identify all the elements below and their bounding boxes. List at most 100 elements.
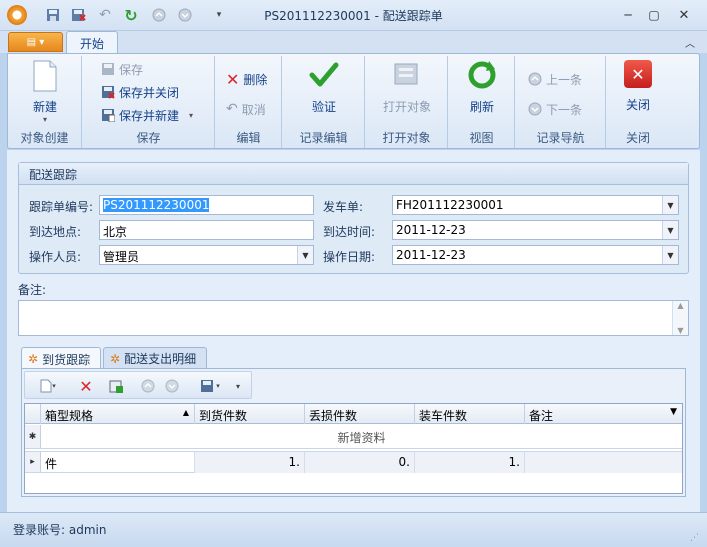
dispatch-field[interactable]: FH201112230001 ▼ [392, 195, 679, 215]
save-new-disk-icon [102, 109, 115, 122]
open-object-label: 打开对象 [382, 100, 431, 114]
operator-field[interactable]: 管理员 ▼ [99, 245, 314, 265]
grid-save-icon [201, 380, 214, 392]
group-record-edit: 验证 记录编辑 [283, 56, 365, 148]
scroll-up-icon[interactable]: ▲ [677, 301, 683, 310]
close-button[interactable]: ✕ 关闭 [615, 60, 661, 113]
group-view: 刷新 视图 [449, 56, 515, 148]
checkmark-icon [309, 62, 339, 87]
detail-tab-panel: ▾ ✕ ▾ ▾ 箱型规格 ▲ 到货件数 丢损件数 装车件数 备注 ▼ ✱ 新增资… [21, 368, 686, 497]
open-object-button[interactable]: 打开对象 [374, 60, 440, 115]
next-arrow-icon [528, 102, 542, 116]
ribbon: 新建 ▾ 对象创建 保存 保存并关闭 保存并新建 ▾ 保存 ✕ 删除 ↶ 取消 [7, 53, 700, 149]
group-label-view: 视图 [469, 131, 494, 145]
col-header-spec[interactable]: 箱型规格 ▲ [41, 404, 195, 424]
refresh-arrow-icon [468, 61, 496, 89]
cell-note[interactable] [525, 452, 682, 473]
col-header-loaded[interactable]: 装车件数 [415, 404, 525, 424]
group-label-nav: 记录导航 [536, 131, 585, 145]
notes-textarea[interactable]: ▲ ▼ [18, 300, 689, 336]
tab-arrival-tracking[interactable]: ✲ 到货跟踪 [21, 347, 101, 370]
new-row-hint: 新增资料 [337, 431, 386, 445]
cell-spec[interactable]: 件 [41, 452, 195, 473]
scroll-down-icon[interactable]: ▼ [677, 326, 683, 335]
grid-up-icon[interactable] [139, 377, 157, 395]
window-title: PS201112230001 - 配送跟踪单 [264, 9, 443, 23]
status-bar: 登录账号: admin ⋰ [0, 512, 707, 547]
tracking-no-field[interactable]: PS201112230001 [99, 195, 314, 215]
col-header-lost[interactable]: 丢损件数 [305, 404, 415, 424]
group-close: ✕ 关闭 关闭 [607, 56, 669, 148]
maximize-button[interactable]: ▢ [643, 6, 665, 24]
grid-down-icon[interactable] [163, 377, 181, 395]
group-label-create: 对象创建 [20, 131, 69, 145]
notes-scrollbar[interactable]: ▲ ▼ [672, 301, 688, 335]
grid-toolbar-overflow-icon[interactable]: ▾ [231, 377, 245, 395]
grid-new-icon [40, 379, 52, 393]
cancel-button[interactable]: ↶ 取消 [226, 100, 266, 118]
notes-label: 备注: [18, 283, 47, 297]
col-spec-label: 箱型规格 [45, 409, 94, 423]
grid-header: 箱型规格 ▲ 到货件数 丢损件数 装车件数 备注 ▼ [25, 404, 682, 424]
grid-new-button[interactable]: ▾ [37, 377, 59, 395]
table-row[interactable]: ▸ 件 1. 0. 1. [25, 451, 682, 473]
arrive-time-field[interactable]: 2011-12-23 ▼ [392, 220, 679, 240]
op-date-field[interactable]: 2011-12-23 ▼ [392, 245, 679, 265]
dispatch-label: 发车单: [323, 200, 364, 214]
cell-lost[interactable]: 0. [305, 452, 415, 473]
gear-icon-2: ✲ [110, 351, 121, 366]
tracking-panel: 配送跟踪 跟踪单编号: PS201112230001 发车单: FH201112… [18, 162, 689, 274]
application-menu-button[interactable]: ▤ ▾ [8, 32, 63, 52]
panel-title: 配送跟踪 [19, 163, 688, 185]
tab-start[interactable]: 开始 [66, 31, 118, 54]
save-button[interactable]: 保存 [101, 60, 143, 78]
undo-arrow-icon: ↶ [226, 101, 238, 117]
grid-save-dropdown-icon: ▾ [216, 382, 220, 390]
grid-delete-icon[interactable]: ✕ [77, 377, 95, 396]
group-nav: 上一条 下一条 记录导航 [516, 56, 606, 148]
new-row[interactable]: ✱ 新增资料 [25, 425, 682, 449]
minimize-button[interactable]: ─ [617, 6, 639, 24]
col-header-note[interactable]: 备注 ▼ [525, 404, 682, 424]
arrive-place-field[interactable]: 北京 [99, 220, 314, 240]
next-record-button[interactable]: 下一条 [528, 100, 582, 118]
refresh-label: 刷新 [469, 100, 494, 114]
tab-delivery-expense[interactable]: ✲ 配送支出明细 [103, 347, 207, 369]
detail-grid: 箱型规格 ▲ 到货件数 丢损件数 装车件数 备注 ▼ ✱ 新增资料 ▸ 件 1. 0… [24, 403, 683, 494]
operator-dropdown-icon[interactable]: ▼ [297, 246, 313, 264]
operator-value: 管理员 [103, 250, 140, 264]
cell-arrived[interactable]: 1. [195, 452, 305, 473]
dispatch-dropdown-icon[interactable]: ▼ [662, 196, 678, 214]
prev-record-button[interactable]: 上一条 [528, 70, 582, 88]
new-dropdown-icon: ▾ [42, 115, 47, 124]
op-date-dropdown-icon[interactable]: ▼ [662, 246, 678, 264]
group-label-close: 关闭 [625, 131, 650, 145]
arrive-time-label: 到达时间: [323, 225, 376, 239]
resize-grip-icon[interactable]: ⋰ [690, 533, 699, 543]
validate-button[interactable]: 验证 [301, 60, 347, 115]
delete-button[interactable]: ✕ 删除 [226, 69, 267, 89]
grid-save-button[interactable]: ▾ [195, 377, 225, 395]
filter-icon[interactable]: ▼ [670, 407, 677, 417]
group-edit: ✕ 删除 ↶ 取消 编辑 [216, 56, 282, 148]
validate-label: 验证 [311, 100, 336, 114]
refresh-button[interactable]: 刷新 [459, 60, 505, 115]
save-close-button[interactable]: 保存并关闭 [101, 83, 179, 101]
new-button[interactable]: 新建 ▾ [22, 60, 68, 124]
save-new-button[interactable]: 保存并新建 ▾ [101, 106, 193, 124]
ribbon-collapse-icon[interactable]: ︿ [685, 35, 695, 50]
close-window-button[interactable]: ✕ [673, 6, 695, 24]
cell-loaded[interactable]: 1. [415, 452, 525, 473]
group-create: 新建 ▾ 对象创建 [8, 56, 82, 148]
tracking-no-value: PS201112230001 [103, 198, 210, 212]
grid-toolbar: ▾ ✕ ▾ ▾ [24, 371, 252, 399]
grid-export-icon[interactable] [107, 377, 125, 395]
title-bar: ↶ ↻ ▾ PS201112230001 - 配送跟踪单 ─ ▢ ✕ [0, 0, 707, 31]
arrive-time-value: 2011-12-23 [396, 223, 466, 237]
delete-x-icon: ✕ [226, 69, 240, 89]
col-header-arrived[interactable]: 到货件数 [195, 404, 305, 424]
app-menu-icon: ▤ ▾ [26, 36, 45, 48]
new-document-icon [33, 60, 57, 92]
next-label: 下一条 [546, 102, 583, 117]
arrive-time-dropdown-icon[interactable]: ▼ [662, 221, 678, 239]
